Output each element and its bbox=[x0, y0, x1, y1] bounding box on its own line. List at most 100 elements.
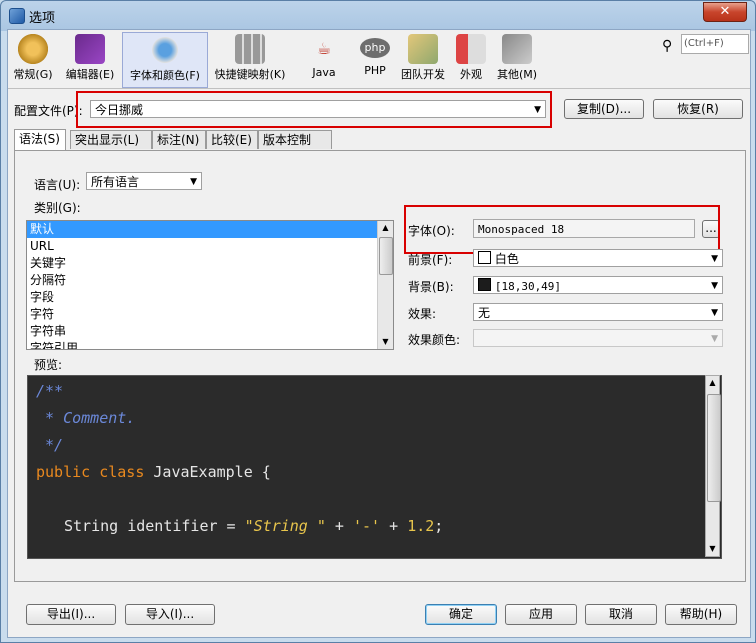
window-title: 选项 bbox=[29, 11, 56, 26]
code-semicolon: ; bbox=[434, 517, 444, 535]
category-team[interactable]: 团队开发 bbox=[396, 32, 450, 86]
list-item[interactable]: URL bbox=[27, 238, 393, 255]
search-input[interactable]: (Ctrl+F) bbox=[681, 34, 749, 54]
language-value: 所有语言 bbox=[91, 175, 140, 189]
scroll-thumb[interactable] bbox=[379, 237, 393, 275]
code-comment-close: */ bbox=[36, 436, 64, 454]
language-label: 语言(U): bbox=[34, 178, 81, 192]
list-item[interactable]: 字符 bbox=[27, 306, 393, 323]
code-class-declaration: public class JavaExample { bbox=[36, 463, 271, 481]
class-name: JavaExample { bbox=[153, 463, 271, 481]
scroll-thumb[interactable] bbox=[707, 394, 721, 502]
export-button[interactable]: 导出(I)... bbox=[26, 604, 116, 625]
scroll-up-icon[interactable]: ▲ bbox=[378, 221, 393, 235]
java-icon: ☕ bbox=[316, 39, 332, 58]
list-item[interactable]: 字符引用 bbox=[27, 340, 393, 349]
tab-syntax[interactable]: 语法(S) bbox=[14, 129, 66, 150]
code-operator: + bbox=[380, 517, 408, 535]
foreground-label: 前景(F): bbox=[408, 253, 453, 267]
title-bar: 选项 ✕ bbox=[1, 1, 755, 29]
keyword-class: class bbox=[99, 463, 145, 481]
code-string: "String " bbox=[244, 517, 326, 535]
category-label: 字体和颜色(F) bbox=[130, 69, 200, 82]
code-preview: /** * Comment. */ public class JavaExamp… bbox=[27, 375, 722, 559]
tab-highlighting[interactable]: 突出显示(L) bbox=[70, 130, 152, 149]
scroll-down-icon[interactable]: ▼ bbox=[378, 335, 393, 349]
chevron-down-icon: ▼ bbox=[711, 334, 718, 344]
list-item[interactable]: 字符串 bbox=[27, 323, 393, 340]
general-icon bbox=[18, 34, 48, 64]
effect-color-label: 效果颜色: bbox=[408, 333, 461, 347]
ok-button[interactable]: 确定 bbox=[425, 604, 497, 625]
effects-label: 效果: bbox=[408, 307, 437, 321]
background-dropdown[interactable]: [18,30,49] ▼ bbox=[473, 276, 723, 294]
category-keymap[interactable]: 快捷键映射(K) bbox=[210, 32, 290, 86]
list-item[interactable]: 默认 bbox=[27, 221, 393, 238]
list-item[interactable]: 分隔符 bbox=[27, 272, 393, 289]
category-label: PHP bbox=[364, 64, 386, 77]
category-misc[interactable]: 其他(M) bbox=[492, 32, 542, 86]
foreground-swatch bbox=[478, 251, 491, 264]
chevron-down-icon: ▼ bbox=[711, 254, 718, 264]
close-button[interactable]: ✕ bbox=[703, 2, 747, 22]
category-appearance[interactable]: 外观 bbox=[454, 32, 488, 86]
category-label: 常规(G) bbox=[13, 68, 53, 81]
keymap-icon bbox=[235, 34, 265, 64]
tab-versioning[interactable]: 版本控制(V) bbox=[258, 130, 332, 165]
category-editor[interactable]: 编辑器(E) bbox=[60, 32, 120, 86]
copy-profile-button[interactable]: 复制(D)... bbox=[564, 99, 644, 119]
language-dropdown[interactable]: 所有语言 ▼ bbox=[86, 172, 202, 190]
scroll-up-icon[interactable]: ▲ bbox=[706, 376, 719, 390]
profile-label: 配置文件(P): bbox=[14, 104, 83, 118]
chevron-down-icon: ▼ bbox=[711, 308, 718, 318]
background-swatch bbox=[478, 278, 491, 291]
fonts-colors-icon bbox=[150, 35, 180, 65]
code-comment-open: /** bbox=[36, 382, 64, 400]
code-string-assignment: String identifier = "String " + '-' + 1.… bbox=[64, 517, 443, 535]
cancel-button[interactable]: 取消 bbox=[585, 604, 657, 625]
preview-scrollbar[interactable]: ▲ ▼ bbox=[705, 375, 721, 557]
list-item[interactable]: 字段 bbox=[27, 289, 393, 306]
chevron-down-icon: ▼ bbox=[711, 281, 718, 291]
search-icon: ⚲ bbox=[662, 38, 673, 54]
options-window: 选项 ✕ 常规(G) 编辑器(E) 字体和颜色(F) 快捷键映射(K) ☕ Ja… bbox=[0, 0, 756, 643]
keyword-public: public bbox=[36, 463, 91, 481]
foreground-dropdown[interactable]: 白色 ▼ bbox=[473, 249, 723, 267]
tab-annotations[interactable]: 标注(N) bbox=[152, 130, 206, 149]
toolbar-divider bbox=[8, 88, 750, 89]
background-label: 背景(B): bbox=[408, 280, 454, 294]
foreground-value: 白色 bbox=[494, 252, 519, 266]
highlight-box-font bbox=[404, 205, 720, 254]
category-label: 编辑器(E) bbox=[65, 68, 115, 81]
import-button[interactable]: 导入(I)... bbox=[125, 604, 215, 625]
apply-button[interactable]: 应用 bbox=[505, 604, 577, 625]
category-java[interactable]: ☕ Java bbox=[296, 32, 352, 86]
tab-diff[interactable]: 比较(E) bbox=[206, 130, 258, 149]
category-general[interactable]: 常规(G) bbox=[10, 32, 56, 86]
category-label: 类别(G): bbox=[34, 201, 81, 215]
effects-dropdown[interactable]: 无 ▼ bbox=[473, 303, 723, 321]
list-scrollbar[interactable]: ▲ ▼ bbox=[377, 221, 393, 349]
code-char: '-' bbox=[353, 517, 381, 535]
preview-label: 预览: bbox=[34, 358, 63, 372]
app-icon bbox=[9, 8, 25, 24]
list-item[interactable]: 关键字 bbox=[27, 255, 393, 272]
code-type: String identifier = bbox=[64, 517, 245, 535]
code-operator: + bbox=[325, 517, 353, 535]
background-value: [18,30,49] bbox=[494, 280, 562, 293]
scroll-down-icon[interactable]: ▼ bbox=[706, 542, 719, 556]
restore-button[interactable]: 恢复(R) bbox=[653, 99, 743, 119]
appearance-icon bbox=[456, 34, 486, 64]
category-toolbar: 常规(G) 编辑器(E) 字体和颜色(F) 快捷键映射(K) ☕ Java ph… bbox=[8, 30, 750, 88]
category-list[interactable]: 默认 URL 关键字 分隔符 字段 字符 字符串 字符引用 ▲ ▼ bbox=[26, 220, 394, 350]
effect-color-dropdown[interactable]: ▼ bbox=[473, 329, 723, 347]
team-icon bbox=[408, 34, 438, 64]
code-comment-body: * Comment. bbox=[36, 409, 136, 427]
help-button[interactable]: 帮助(H) bbox=[665, 604, 737, 625]
category-fonts-colors[interactable]: 字体和颜色(F) bbox=[122, 32, 208, 88]
category-label: 外观 bbox=[460, 68, 482, 81]
editor-icon bbox=[75, 34, 105, 64]
category-label: 其他(M) bbox=[496, 68, 538, 81]
category-label: 团队开发 bbox=[401, 68, 445, 81]
category-php[interactable]: php PHP bbox=[358, 32, 392, 86]
